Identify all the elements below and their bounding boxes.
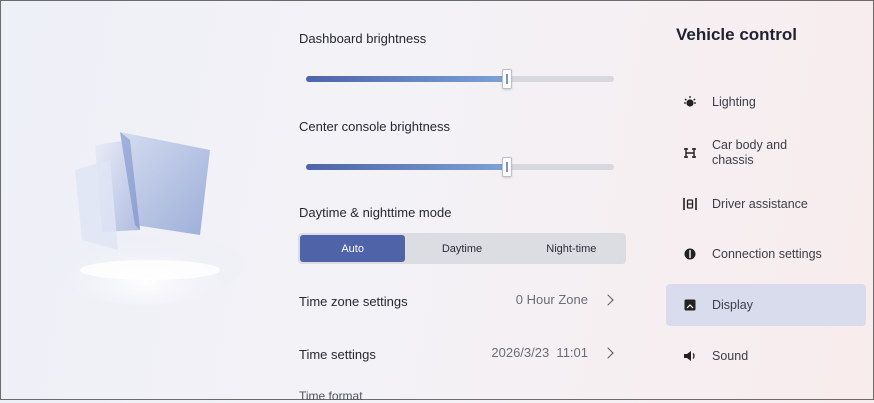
sidebar-item-lighting[interactable]: Lighting [666,88,866,116]
dashboard-brightness-slider[interactable] [306,69,614,89]
mode-auto-button[interactable]: Auto [300,235,406,262]
sidebar-item-label: Driver assistance [712,196,808,211]
mode-nighttime-button[interactable]: Night-time [519,235,624,262]
time-zone-settings-row[interactable]: 0 Hour Zone [515,292,614,307]
sidebar-item-connection-settings[interactable]: Connection settings [666,240,866,268]
chevron-right-icon [602,293,614,306]
sidebar-item-label: Lighting [712,94,756,109]
display-icon [683,298,697,312]
day-night-mode-selector: Auto Daytime Night-time [298,233,626,264]
time-zone-settings-label[interactable]: Time zone settings [299,294,408,309]
mode-daytime-button[interactable]: Daytime [409,235,514,262]
center-console-brightness-slider[interactable] [306,157,614,177]
center-console-brightness-thumb[interactable] [502,157,513,177]
sidebar-item-label: Display [712,297,753,312]
sidebar-item-car-body[interactable]: Car body and chassis [666,137,866,169]
car-body-icon [683,146,697,160]
sidebar-title: Vehicle control [676,25,797,44]
sidebar-item-label: Sound [712,348,749,363]
sidebar-item-display[interactable]: Display [666,284,866,326]
day-night-mode-label: Daytime & nighttime mode [299,205,452,220]
dashboard-brightness-thumb[interactable] [502,69,513,89]
sound-icon [683,349,697,363]
center-console-brightness-fill [306,164,507,170]
light-icon [683,95,697,109]
time-value: 2026/3/23 11:01 [491,345,588,360]
driver-assist-icon [683,197,697,211]
dashboard-brightness-label: Dashboard brightness [299,31,427,46]
connection-icon [683,247,697,261]
time-zone-value: 0 Hour Zone [515,292,588,307]
sidebar-item-driver-assistance[interactable]: Driver assistance [666,190,866,218]
center-console-brightness-label: Center console brightness [299,119,451,134]
sidebar-item-label: Connection settings [712,246,822,261]
time-settings-label[interactable]: Time settings [299,347,376,362]
sidebar-item-label: Car body and chassis [712,138,788,167]
time-format-label[interactable]: Time format [299,389,363,403]
chevron-right-icon [602,346,614,359]
sidebar-item-sound[interactable]: Sound [666,342,866,370]
time-settings-row[interactable]: 2026/3/23 11:01 [491,345,614,360]
display-glass-illustration [45,132,245,305]
dashboard-brightness-fill [306,76,507,82]
